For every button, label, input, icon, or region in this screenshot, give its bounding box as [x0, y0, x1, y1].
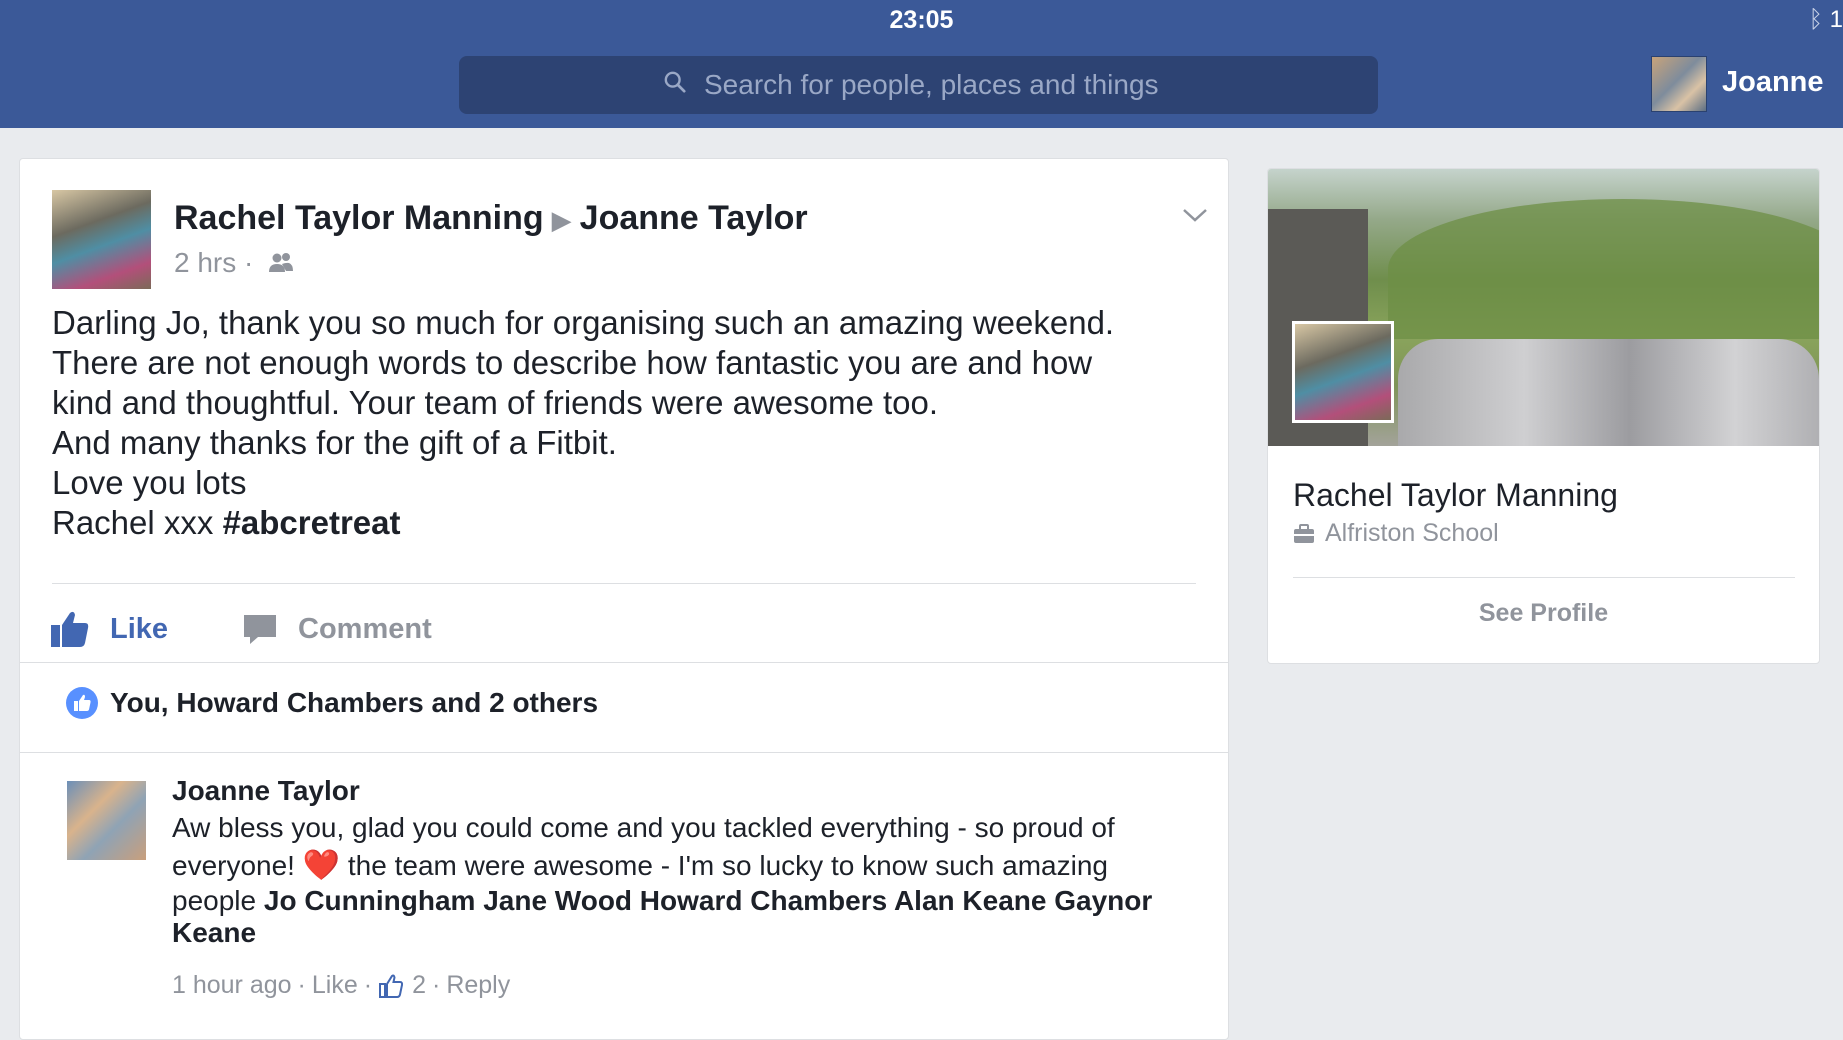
comment-line: everyone! ❤️ the team were awesome - I'm…	[172, 847, 1182, 885]
comment-icon	[244, 615, 276, 644]
thumbs-up-outline-icon[interactable]	[378, 973, 404, 999]
post-header: Rachel Taylor Manning ▶ Joanne Taylor	[174, 199, 808, 238]
author-avatar[interactable]	[52, 190, 151, 289]
like-button[interactable]: Like	[50, 599, 168, 659]
comment-like-button[interactable]: Like	[312, 971, 358, 1000]
comment-text: Aw bless you, glad you could come and yo…	[172, 809, 1182, 949]
chevron-down-icon[interactable]	[1182, 207, 1208, 223]
comment-meta: 1 hour ago · Like · 2 · Reply	[172, 971, 510, 1000]
see-profile-button[interactable]: See Profile	[1268, 599, 1819, 628]
cover-hill	[1388, 199, 1819, 339]
profile-name[interactable]: Rachel Taylor Manning	[1293, 477, 1618, 514]
comment-text-part: the team were awesome - I'm so lucky to …	[340, 850, 1108, 881]
comment-text-part: people	[172, 885, 264, 916]
comment-button[interactable]: Comment	[242, 599, 432, 659]
post-card: Rachel Taylor Manning ▶ Joanne Taylor 2 hr…	[19, 158, 1229, 1040]
briefcase-icon	[1294, 523, 1314, 543]
reply-button[interactable]: Reply	[446, 971, 510, 1000]
divider	[20, 662, 1228, 663]
top-bar: 23:05 ᛒ 1 Search for people, places and …	[0, 0, 1843, 128]
search-placeholder: Search for people, places and things	[704, 69, 1159, 100]
comment-line: people Jo Cunningham Jane Wood Howard Ch…	[172, 885, 1182, 917]
post-meta: 2 hrs ·	[174, 247, 295, 279]
comment-line: Aw bless you, glad you could come and yo…	[172, 812, 1115, 843]
meta-separator: ·	[431, 971, 441, 999]
author-name-link[interactable]: Rachel Taylor Manning	[174, 199, 544, 237]
profile-thumbnail[interactable]	[1292, 321, 1394, 423]
post-body: Darling Jo, thank you so much for organi…	[52, 303, 1202, 543]
like-badge-icon	[66, 687, 98, 719]
search-input[interactable]: Search for people, places and things	[459, 56, 1378, 114]
post-body-line: Love you lots	[52, 464, 247, 501]
post-time[interactable]: 2 hrs	[174, 247, 236, 278]
divider	[52, 583, 1196, 584]
post-body-line: Darling Jo, thank you so much for organi…	[52, 304, 1115, 341]
battery-level: 1	[1829, 6, 1843, 33]
tagged-people-links[interactable]: Jo Cunningham Jane Wood Howard Chambers …	[264, 885, 1152, 916]
divider	[1293, 577, 1795, 578]
friends-icon[interactable]	[267, 252, 295, 274]
profile-work: Alfriston School	[1293, 519, 1499, 548]
arrow-icon: ▶	[551, 205, 572, 235]
comment-like-count[interactable]: 2	[412, 971, 426, 1000]
post-body-signoff: Rachel xxx	[52, 504, 223, 541]
comment-text-part: everyone!	[172, 850, 303, 881]
bluetooth-icon: ᛒ	[1808, 6, 1823, 33]
post-body-last-line: Rachel xxx #abcretreat	[52, 503, 1202, 543]
profile-card: Rachel Taylor Manning Alfriston School S…	[1267, 168, 1820, 664]
user-name[interactable]: Joanne	[1722, 66, 1824, 99]
commenter-name[interactable]: Joanne Taylor	[172, 775, 360, 807]
post-body-line: There are not enough words to describe h…	[52, 344, 1093, 381]
thumbs-up-icon	[51, 611, 89, 647]
likes-summary[interactable]: You, Howard Chambers and 2 others	[66, 687, 598, 719]
search-icon	[664, 71, 686, 93]
commenter-avatar[interactable]	[67, 781, 146, 860]
heart-icon: ❤️	[302, 849, 341, 882]
status-time: 23:05	[889, 6, 954, 34]
work-place: Alfriston School	[1325, 519, 1499, 547]
likes-summary-text: You, Howard Chambers and 2 others	[110, 687, 599, 718]
hashtag-link[interactable]: #abcretreat	[223, 504, 401, 541]
target-name-link[interactable]: Joanne Taylor	[580, 199, 808, 237]
like-label: Like	[110, 612, 169, 645]
comment-time[interactable]: 1 hour ago	[172, 971, 292, 1000]
post-body-line: kind and thoughtful. Your team of friend…	[52, 384, 939, 421]
post-body-line: And many thanks for the gift of a Fitbit…	[52, 424, 617, 461]
cover-group	[1398, 339, 1819, 446]
user-avatar[interactable]	[1651, 56, 1707, 112]
meta-separator: ·	[297, 971, 306, 999]
meta-separator: ·	[244, 247, 254, 278]
comment-label: Comment	[298, 612, 432, 645]
meta-separator: ·	[363, 971, 373, 999]
tagged-person-link[interactable]: Keane	[172, 917, 1182, 949]
divider	[20, 752, 1228, 753]
